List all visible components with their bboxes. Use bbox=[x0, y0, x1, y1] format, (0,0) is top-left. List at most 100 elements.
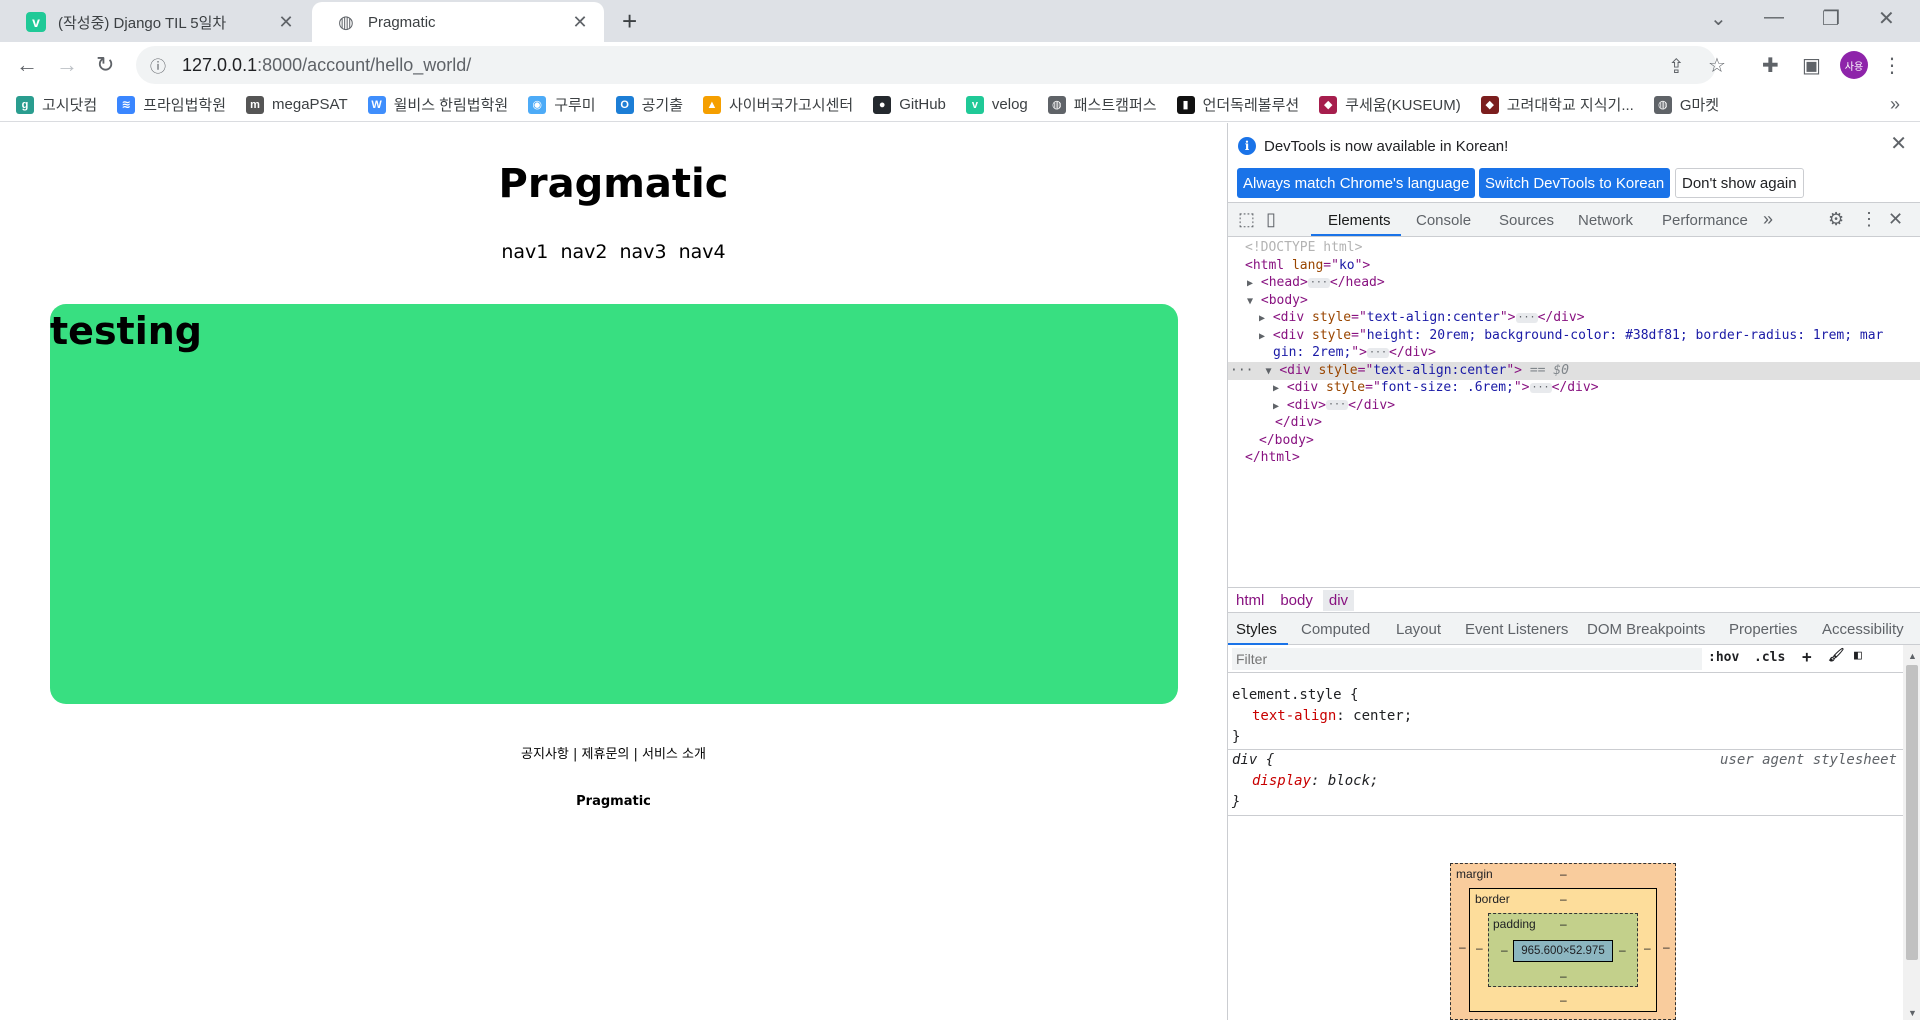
styles-filter-input[interactable] bbox=[1232, 648, 1702, 670]
menu-kebab-icon[interactable]: ⋮ bbox=[1882, 53, 1902, 78]
dom-html[interactable]: <html lang="ko"> bbox=[1245, 257, 1370, 275]
node-actions-icon[interactable]: ··· bbox=[1230, 363, 1253, 378]
profile-avatar[interactable]: 사용 bbox=[1840, 51, 1868, 79]
devtools-close-icon[interactable]: ✕ bbox=[1888, 209, 1903, 230]
bookmarks-overflow-icon[interactable]: » bbox=[1890, 94, 1900, 115]
devtools-menu-icon[interactable]: ⋮ bbox=[1860, 209, 1878, 230]
tab-properties[interactable]: Properties bbox=[1729, 621, 1797, 638]
browser-tab-velog[interactable]: v (작성중) Django TIL 5일차 ✕ bbox=[2, 2, 310, 42]
ellipsis-icon[interactable]: ··· bbox=[1307, 277, 1330, 288]
tab-network[interactable]: Network bbox=[1578, 212, 1633, 229]
cls-toggle[interactable]: .cls bbox=[1754, 650, 1785, 665]
share-icon[interactable]: ⇪ bbox=[1668, 54, 1685, 79]
inspect-element-icon[interactable]: ⬚ bbox=[1238, 209, 1255, 230]
browser-tab-pragmatic[interactable]: ◍ Pragmatic ✕ bbox=[312, 2, 604, 42]
crumb-html[interactable]: html bbox=[1236, 592, 1264, 609]
bookmark-item[interactable]: v velog bbox=[965, 95, 1028, 114]
dont-show-again-button[interactable]: Don't show again bbox=[1675, 168, 1804, 198]
settings-gear-icon[interactable]: ⚙ bbox=[1828, 209, 1844, 230]
reload-icon[interactable]: ↻ bbox=[96, 52, 114, 78]
bookmark-item[interactable]: O 공기출 bbox=[615, 94, 683, 115]
bookmark-item[interactable]: ≋ 프라임법학원 bbox=[117, 94, 226, 115]
box-model-margin[interactable]: margin – – – border – – – – padding – – … bbox=[1450, 863, 1676, 1020]
bookmark-item[interactable]: g 고시닷컴 bbox=[16, 94, 97, 115]
toggle-sidebar-icon[interactable]: ◧ bbox=[1854, 648, 1862, 663]
dom-div-2-cont[interactable]: gin: 2rem;"> ··· </div> bbox=[1273, 344, 1436, 362]
switch-korean-button[interactable]: Switch DevTools to Korean bbox=[1479, 168, 1671, 198]
dom-body[interactable]: ▼ <body> bbox=[1247, 292, 1308, 311]
tab-close-icon[interactable]: ✕ bbox=[570, 12, 590, 33]
match-language-button[interactable]: Always match Chrome's language bbox=[1237, 168, 1476, 198]
tab-computed[interactable]: Computed bbox=[1301, 621, 1370, 638]
dom-body-close[interactable]: </body> bbox=[1259, 432, 1314, 450]
window-close-icon[interactable]: ✕ bbox=[1878, 6, 1895, 31]
collapse-triangle-icon[interactable]: ▼ bbox=[1247, 296, 1253, 307]
dom-head[interactable]: ▶ <head> ··· </head> bbox=[1247, 274, 1385, 293]
tab-elements[interactable]: Elements bbox=[1328, 212, 1391, 229]
tab-dom-breakpoints[interactable]: DOM Breakpoints bbox=[1587, 621, 1705, 638]
rule-selector[interactable]: element.style { bbox=[1232, 687, 1358, 703]
tab-console[interactable]: Console bbox=[1416, 212, 1471, 229]
rule-property[interactable]: text-align bbox=[1252, 708, 1336, 724]
ellipsis-icon[interactable]: ··· bbox=[1515, 312, 1538, 323]
scroll-down-arrow-icon[interactable]: ▼ bbox=[1908, 1008, 1917, 1018]
rule-value[interactable]: center; bbox=[1353, 708, 1412, 724]
dom-div-1[interactable]: ▶ <div style="text-align:center"> ··· </di… bbox=[1259, 309, 1585, 328]
ellipsis-icon[interactable]: ··· bbox=[1529, 382, 1552, 393]
new-rule-plus-icon[interactable]: + bbox=[1802, 647, 1812, 666]
restore-icon[interactable]: ❐ bbox=[1822, 6, 1840, 31]
new-tab-icon[interactable]: + bbox=[622, 6, 637, 37]
bookmark-item[interactable]: W 윌비스 한림법학원 bbox=[367, 94, 508, 115]
bookmark-item[interactable]: ◍ 패스트캠퍼스 bbox=[1047, 94, 1157, 115]
back-arrow-icon[interactable]: ← bbox=[16, 52, 38, 78]
site-info-icon[interactable]: ⓘ bbox=[150, 53, 166, 77]
forward-arrow-icon[interactable]: → bbox=[56, 52, 78, 78]
scroll-up-arrow-icon[interactable]: ▲ bbox=[1908, 651, 1917, 661]
paint-brush-icon[interactable]: 🖌 bbox=[1828, 648, 1845, 663]
tab-styles[interactable]: Styles bbox=[1236, 621, 1277, 638]
nav-link-4[interactable]: nav4 bbox=[679, 241, 726, 263]
bookmark-item[interactable]: ◉ 구루미 bbox=[528, 94, 596, 115]
bookmark-item[interactable]: m megaPSAT bbox=[246, 95, 348, 114]
more-tabs-icon[interactable]: » bbox=[1763, 209, 1773, 230]
collapse-triangle-icon[interactable]: ▼ bbox=[1265, 366, 1271, 377]
bookmark-item[interactable]: ◆ 고려대학교 지식기... bbox=[1480, 94, 1634, 115]
address-bar[interactable]: ⓘ 127.0.0.1:8000/account/hello_world/ ⇪ … bbox=[136, 46, 1726, 84]
box-model-content[interactable]: 965.600×52.975 bbox=[1513, 940, 1613, 962]
bookmark-star-icon[interactable]: ☆ bbox=[1708, 53, 1726, 78]
extensions-puzzle-icon[interactable]: ✚ bbox=[1762, 53, 1779, 78]
side-panel-icon[interactable]: ▣ bbox=[1802, 53, 1821, 78]
tab-search-icon[interactable]: ⌄ bbox=[1710, 6, 1727, 31]
dom-div-5[interactable]: ▶ <div> ··· </div> bbox=[1273, 397, 1395, 416]
styles-scrollbar-thumb[interactable] bbox=[1906, 665, 1918, 960]
nav-link-1[interactable]: nav1 bbox=[501, 241, 548, 263]
nav-link-2[interactable]: nav2 bbox=[560, 241, 607, 263]
tab-accessibility[interactable]: Accessibility bbox=[1822, 621, 1904, 638]
expand-triangle-icon[interactable]: ▶ bbox=[1259, 313, 1265, 324]
expand-triangle-icon[interactable]: ▶ bbox=[1273, 383, 1279, 394]
minimize-icon[interactable]: — bbox=[1764, 6, 1784, 29]
dom-div-3-selected[interactable]: ··· ▼ <div style="text-align:center"> == … bbox=[1228, 361, 1920, 380]
dom-div-3-close[interactable]: </div> bbox=[1275, 414, 1322, 432]
crumb-body[interactable]: body bbox=[1280, 592, 1313, 609]
bookmark-item[interactable]: ◍ G마켓 bbox=[1653, 94, 1719, 115]
dom-div-4[interactable]: ▶ <div style="font-size: .6rem;"> ··· </di… bbox=[1273, 379, 1599, 398]
dom-div-2[interactable]: ▶ <div style="height: 20rem; background-… bbox=[1259, 327, 1883, 346]
tab-event-listeners[interactable]: Event Listeners bbox=[1465, 621, 1568, 638]
dom-html-close[interactable]: </html> bbox=[1245, 449, 1300, 467]
expand-triangle-icon[interactable]: ▶ bbox=[1273, 401, 1279, 412]
bookmark-item[interactable]: ◆ 쿠세움(KUSEUM) bbox=[1319, 94, 1461, 115]
hov-toggle[interactable]: :hov bbox=[1708, 650, 1739, 665]
device-toolbar-icon[interactable]: ▯ bbox=[1266, 209, 1276, 230]
banner-close-icon[interactable]: ✕ bbox=[1890, 131, 1907, 156]
nav-link-3[interactable]: nav3 bbox=[620, 241, 667, 263]
bookmark-item[interactable]: ▮ 언더독레볼루션 bbox=[1176, 94, 1299, 115]
box-model-padding[interactable]: padding – – – – 965.600×52.975 bbox=[1488, 913, 1638, 987]
box-model-border[interactable]: border – – – – padding – – – – 965.600×5… bbox=[1469, 888, 1657, 1012]
tab-performance[interactable]: Performance bbox=[1662, 212, 1748, 229]
bookmark-item[interactable]: ● GitHub bbox=[873, 95, 946, 114]
dom-doctype[interactable]: <!DOCTYPE html> bbox=[1245, 239, 1362, 257]
ellipsis-icon[interactable]: ··· bbox=[1366, 347, 1389, 358]
expand-triangle-icon[interactable]: ▶ bbox=[1259, 331, 1265, 342]
ellipsis-icon[interactable]: ··· bbox=[1326, 400, 1349, 410]
